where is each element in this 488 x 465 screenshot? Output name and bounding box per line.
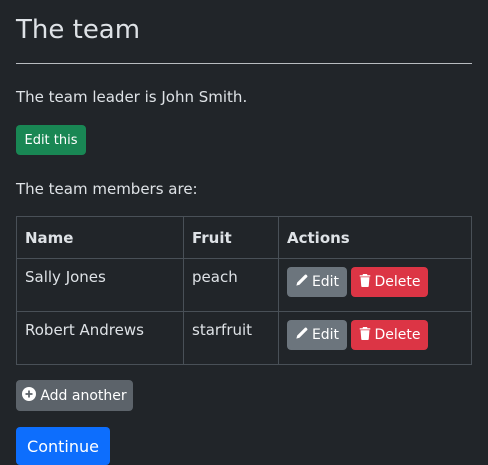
edit-leader-button[interactable]: Edit this: [16, 125, 86, 155]
add-another-button[interactable]: Add another: [16, 380, 133, 411]
edit-member-label: Edit: [311, 274, 340, 290]
member-actions: Edit Delete: [278, 258, 472, 312]
edit-member-label: Edit: [311, 327, 340, 343]
table-header-row: Name Fruit Actions: [16, 216, 472, 259]
edit-leader-label: Edit this: [24, 132, 78, 148]
team-leader-text: The team leader is John Smith.: [16, 88, 248, 106]
delete-member-label: Delete: [374, 274, 421, 290]
continue-label: Continue: [27, 436, 99, 456]
continue-button[interactable]: Continue: [16, 427, 110, 465]
member-name: Sally Jones: [16, 258, 184, 312]
member-fruit: starfruit: [183, 311, 279, 365]
member-fruit: peach: [183, 258, 279, 312]
pencil-icon: [295, 327, 312, 344]
column-header-name: Name: [16, 216, 184, 259]
column-header-actions: Actions: [278, 216, 472, 259]
team-page: The team The team leader is John Smith. …: [0, 0, 488, 465]
delete-member-label: Delete: [374, 327, 421, 343]
edit-member-button[interactable]: Edit: [287, 320, 347, 350]
add-another-label: Add another: [40, 387, 127, 404]
trash-icon: [359, 326, 375, 344]
members-table: Name Fruit Actions Sally Jones peach Edi…: [16, 216, 472, 365]
table-row: Sally Jones peach Edit Delete: [16, 258, 472, 312]
title-divider: [16, 63, 472, 64]
page-title: The team: [16, 15, 141, 45]
pencil-icon: [295, 274, 312, 291]
column-header-fruit: Fruit: [183, 216, 279, 259]
edit-member-button[interactable]: Edit: [287, 267, 347, 297]
delete-member-button[interactable]: Delete: [351, 267, 428, 297]
member-name: Robert Andrews: [16, 311, 184, 365]
delete-member-button[interactable]: Delete: [351, 320, 428, 350]
trash-icon: [359, 273, 375, 291]
table-row: Robert Andrews starfruit Edit Delete: [16, 311, 472, 365]
plus-circle-icon: [22, 386, 40, 405]
member-actions: Edit Delete: [278, 311, 472, 365]
members-label: The team members are:: [16, 180, 198, 198]
